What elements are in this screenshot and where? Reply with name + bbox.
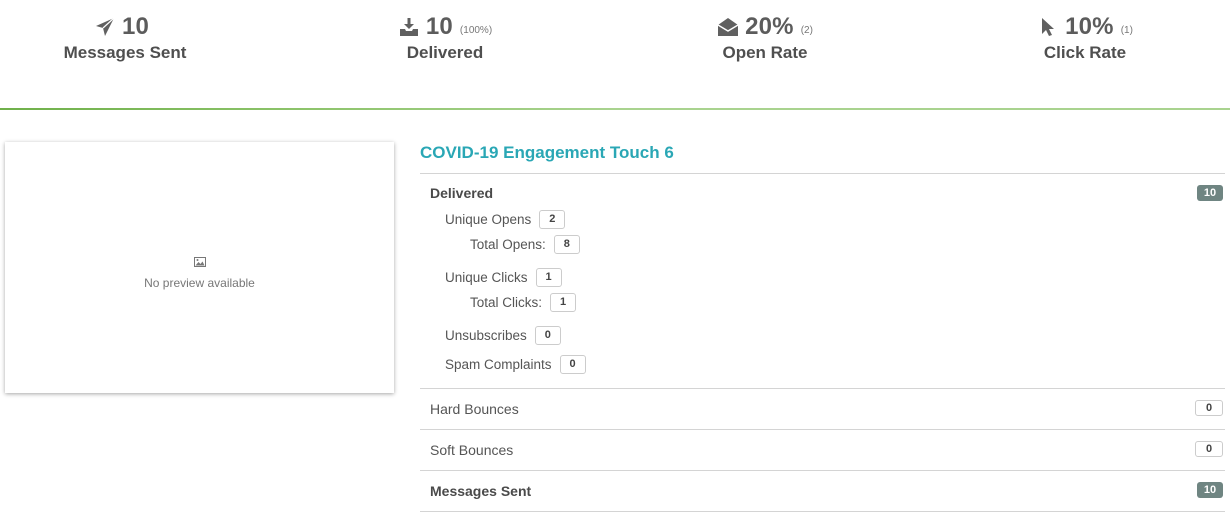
stat-label: Messages Sent xyxy=(63,43,187,62)
soft-bounces-row: Soft Bounces 0 xyxy=(420,430,1225,471)
stat-value: 10 xyxy=(425,13,453,40)
unsubscribes-count: 0 xyxy=(534,325,561,345)
total-opens-label: Total Opens: xyxy=(470,236,546,252)
unique-opens-item: Unique Opens 2 xyxy=(445,209,566,229)
delivered-count-badge: 10 xyxy=(1197,185,1223,201)
section-divider xyxy=(0,108,1230,110)
stat-sub: (2) xyxy=(800,24,813,36)
unique-clicks-item: Unique Clicks 1 xyxy=(445,267,562,287)
unique-opens-count: 2 xyxy=(539,209,566,229)
envelope-open-icon xyxy=(717,16,739,38)
total-clicks-label: Total Clicks: xyxy=(470,294,543,310)
stat-sub: (1) xyxy=(1120,24,1133,36)
delivered-label: Delivered xyxy=(430,185,494,201)
hard-bounces-row: Hard Bounces 0 xyxy=(420,389,1225,430)
total-clicks-item: Total Clicks: 1 xyxy=(470,292,577,312)
stat-label: Delivered xyxy=(406,43,484,62)
total-opens-item: Total Opens: 8 xyxy=(470,234,580,254)
stat-label: Click Rate xyxy=(1043,43,1127,62)
stat-value: 10 xyxy=(121,13,150,40)
stat-open-rate: 20% (2) Open Rate xyxy=(640,12,890,63)
spam-complaints-count: 0 xyxy=(559,354,586,374)
total-clicks-count: 1 xyxy=(550,292,577,312)
hard-bounces-count-badge: 0 xyxy=(1195,400,1223,416)
image-icon xyxy=(193,254,206,272)
campaign-report: COVID-19 Engagement Touch 6 Delivered 10… xyxy=(420,140,1225,512)
paper-plane-icon xyxy=(94,16,116,38)
hard-bounces-label: Hard Bounces xyxy=(430,401,519,417)
stat-value: 20% xyxy=(745,13,794,40)
stat-messages-sent: 10 Messages Sent xyxy=(0,12,250,63)
stat-sub: (100%) xyxy=(459,24,493,36)
spam-complaints-item: Spam Complaints 0 xyxy=(445,354,586,374)
messages-sent-label: Messages Sent xyxy=(430,483,532,499)
stat-label: Open Rate xyxy=(722,43,808,62)
campaign-title[interactable]: COVID-19 Engagement Touch 6 xyxy=(420,140,1225,174)
soft-bounces-count-badge: 0 xyxy=(1195,441,1223,457)
stat-click-rate: 10% (1) Click Rate xyxy=(960,12,1210,63)
total-opens-count: 8 xyxy=(553,234,580,254)
spam-complaints-label: Spam Complaints xyxy=(445,356,552,372)
unique-clicks-label: Unique Clicks xyxy=(445,269,528,285)
inbox-download-icon xyxy=(398,16,420,38)
unsubscribes-label: Unsubscribes xyxy=(445,327,527,343)
unique-opens-label: Unique Opens xyxy=(445,211,532,227)
cursor-pointer-icon xyxy=(1037,16,1059,38)
messages-sent-row: Messages Sent 10 xyxy=(420,471,1225,512)
messages-sent-count-badge: 10 xyxy=(1197,482,1223,498)
stat-value: 10% xyxy=(1065,13,1114,40)
email-preview[interactable]: No preview available xyxy=(5,142,394,393)
unsubscribes-item: Unsubscribes 0 xyxy=(445,325,561,345)
no-preview-text: No preview available xyxy=(144,275,255,290)
delivered-row: Delivered 10 Unique Opens 2 Total Opens:… xyxy=(420,174,1225,389)
soft-bounces-label: Soft Bounces xyxy=(430,442,514,458)
stats-bar: 10 Messages Sent 10 (100%) Delivered 20%… xyxy=(0,0,1230,110)
unique-clicks-count: 1 xyxy=(535,267,562,287)
stat-delivered: 10 (100%) Delivered xyxy=(320,12,570,63)
